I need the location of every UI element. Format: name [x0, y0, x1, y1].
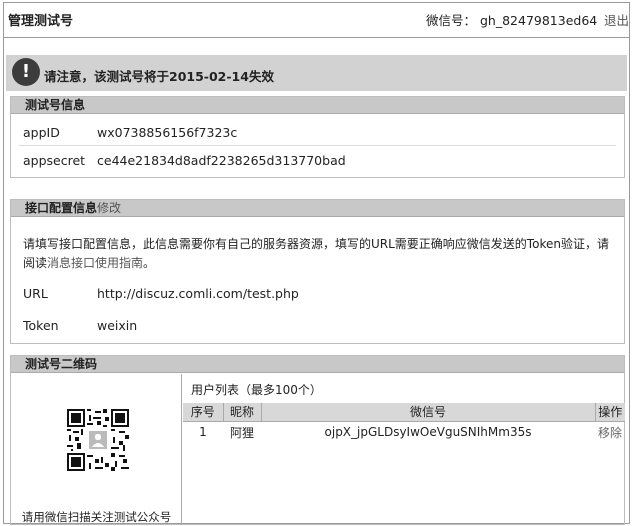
appid-label: appID	[23, 125, 60, 140]
appsecret-label: appsecret	[23, 153, 86, 168]
token-value: weixin	[97, 318, 138, 333]
page-title: 管理测试号	[8, 14, 74, 29]
appid-value: wx0738856156f7323c	[97, 125, 238, 140]
interface-config-heading: 接口配置信息修改	[11, 200, 624, 217]
user-nickname: 阿狸	[229, 425, 254, 440]
notice-text: 请注意，该测试号将于2015-02-14失效	[44, 69, 274, 84]
exclamation-icon: !	[12, 58, 40, 86]
user-list-title: 用户列表（最多100个）	[191, 383, 322, 397]
column-header-action: 操作	[595, 403, 625, 422]
remove-user-link[interactable]: 移除	[595, 421, 625, 443]
token-label: Token	[23, 318, 59, 333]
config-description: 请填写接口配置信息，此信息需要你有自己的服务器资源，填写的URL需要正确响应微信…	[23, 235, 613, 273]
qr-code-icon	[67, 409, 129, 471]
appsecret-value: ce44e21834d8adf2238265d313770bad	[97, 153, 346, 168]
qrcode-cell: 请用微信扫描关注测试公众号	[11, 374, 182, 525]
column-header-nickname: 昵称	[223, 403, 262, 422]
logout-link[interactable]: 退出	[604, 10, 629, 29]
account-info-panel: 测试号信息 appID wx0738856156f7323c appsecret…	[10, 96, 625, 178]
url-value: http://discuz.comli.com/test.php	[97, 286, 299, 301]
user-table-header: 序号 昵称 微信号 操作	[183, 403, 625, 422]
wechat-id-label: 微信号： gh_82479813ed64	[426, 13, 598, 28]
expiry-notice: ! 请注意，该测试号将于2015-02-14失效	[6, 55, 627, 91]
qrcode-caption: 请用微信扫描关注测试公众号	[21, 510, 172, 524]
header-divider	[4, 37, 629, 38]
user-table: 序号 昵称 微信号 操作 1 阿狸 ojpX_jpGLDsyIwOeVguSNI…	[183, 403, 625, 443]
column-header-index: 序号	[183, 403, 224, 422]
column-header-wechat-id: 微信号	[261, 403, 596, 422]
url-label: URL	[23, 286, 48, 301]
message-api-guide-link[interactable]: 消息接口使用指南	[47, 256, 143, 270]
top-bar: 管理测试号 微信号： gh_82479813ed64 退出	[4, 3, 629, 33]
account-info-heading: 测试号信息	[11, 97, 624, 114]
qrcode-panel: 测试号二维码 请用微信扫描关注测试公众号 用户列表（最多100个） 序号 昵称 …	[10, 355, 625, 525]
qrcode-heading: 测试号二维码	[11, 356, 624, 373]
row-divider	[19, 145, 616, 146]
interface-config-title: 接口配置信息	[25, 201, 98, 215]
interface-config-panel: 接口配置信息修改 请填写接口配置信息，此信息需要你有自己的服务器资源，填写的UR…	[10, 199, 625, 344]
table-row: 1 阿狸 ojpX_jpGLDsyIwOeVguSNIhMm35s 移除	[183, 421, 625, 443]
app-window: 管理测试号 微信号： gh_82479813ed64 退出 ! 请注意，该测试号…	[3, 2, 630, 525]
user-index: 1	[199, 425, 207, 440]
user-wechat-id: ojpX_jpGLDsyIwOeVguSNIhMm35s	[324, 425, 532, 440]
edit-config-link[interactable]: 修改	[97, 201, 121, 215]
config-description-end: 。	[143, 256, 156, 270]
